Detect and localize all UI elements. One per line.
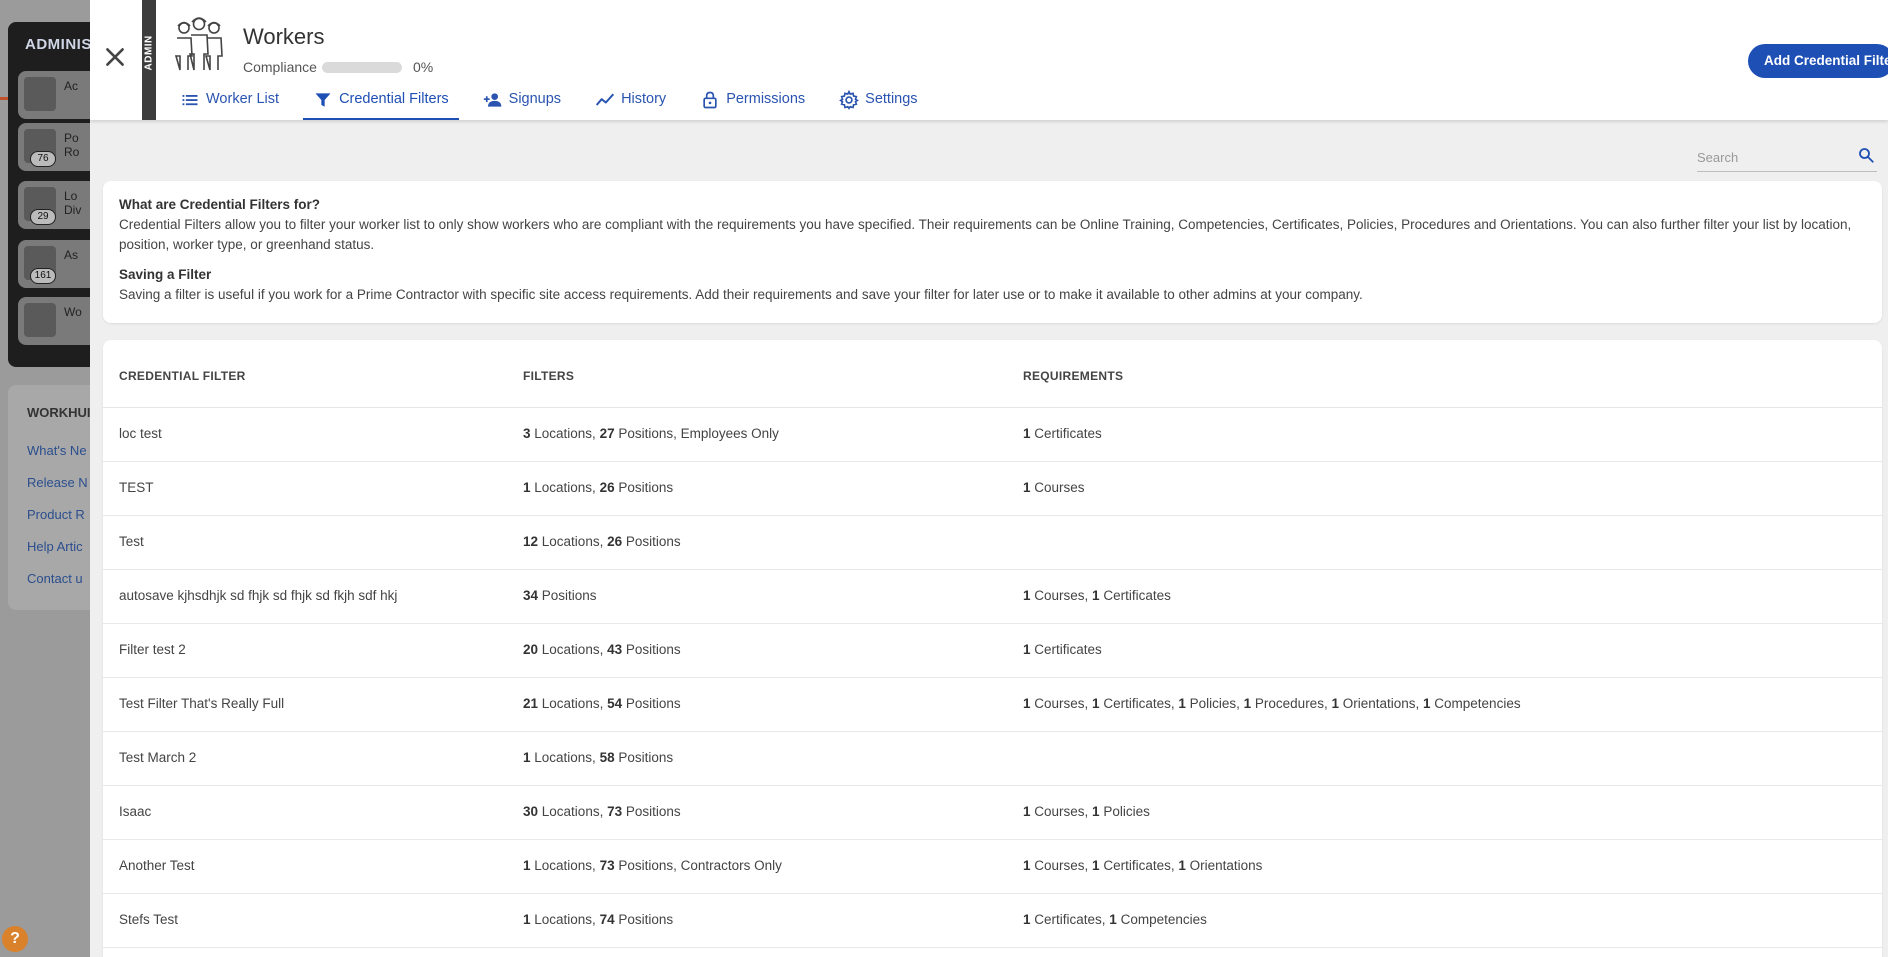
- workers-panel: ADMIN Workers Compliance 0%: [90, 0, 1888, 957]
- row-filters: 21 Locations, 54 Positions: [523, 696, 681, 711]
- close-icon[interactable]: [102, 44, 128, 70]
- column-header-filters[interactable]: FILTERS: [523, 369, 574, 383]
- background-link[interactable]: Product R: [27, 507, 85, 522]
- column-header-requirements[interactable]: REQUIREMENTS: [1023, 369, 1123, 383]
- row-requirements: 1 Certificates: [1023, 642, 1102, 657]
- count-badge: 76: [30, 151, 56, 167]
- count-badge: 29: [30, 209, 56, 225]
- row-filters: 1 Locations, 58 Positions: [523, 750, 674, 765]
- row-filters: 34 Positions: [523, 588, 597, 603]
- background-link[interactable]: Help Artic: [27, 539, 83, 554]
- row-name: Test: [119, 534, 144, 549]
- row-requirements: 1 Courses, 1 Certificates: [1023, 588, 1171, 603]
- row-requirements: 1 Certificates, 1 Competencies: [1023, 912, 1207, 927]
- background-admin-item-label: Po Ro: [64, 131, 80, 159]
- row-name: Filter test 2: [119, 642, 186, 657]
- trend-icon: [595, 93, 615, 106]
- compliance-percent: 0%: [413, 59, 434, 75]
- row-filters: 3 Locations, 27 Positions, Employees Onl…: [523, 426, 779, 441]
- info-text: Saving a filter is useful if you work fo…: [119, 287, 1363, 302]
- row-name: TEST: [119, 480, 154, 495]
- table-row[interactable]: TEST 1 Locations, 26 Positions 1 Courses: [103, 462, 1882, 516]
- tab-label: Settings: [865, 91, 918, 107]
- table-row[interactable]: Isaac 30 Locations, 73 Positions 1 Cours…: [103, 786, 1882, 840]
- tab-label: Signups: [508, 91, 562, 107]
- compliance-label: Compliance: [243, 59, 317, 75]
- table-header: CREDENTIAL FILTER FILTERS REQUIREMENTS: [103, 340, 1882, 408]
- row-name: loc test: [119, 426, 162, 441]
- help-button[interactable]: ?: [2, 926, 28, 952]
- background-admin-item-label: Ac: [64, 79, 79, 93]
- info-heading: Saving a Filter: [119, 267, 212, 282]
- row-name: Test Filter That's Really Full: [119, 696, 285, 711]
- row-requirements: 1 Courses, 1 Certificates, 1 Orientation…: [1023, 858, 1263, 873]
- tab-label: Worker List: [206, 91, 280, 107]
- background-admin-item-label: Lo Div: [64, 189, 82, 217]
- credential-filters-table: CREDENTIAL FILTER FILTERS REQUIREMENTS l…: [103, 340, 1882, 957]
- row-name: Another Test: [119, 858, 195, 873]
- row-name: Isaac: [119, 804, 152, 819]
- add-credential-filter-button[interactable]: Add Credential Filter: [1748, 44, 1888, 78]
- tab-label: History: [621, 91, 667, 107]
- background-admin-item-label: As: [64, 248, 79, 262]
- table-row[interactable]: Stefs Test 1 Locations, 74 Positions 1 C…: [103, 894, 1882, 948]
- lock-icon: [703, 91, 717, 109]
- row-requirements: 1 Courses, 1 Certificates, 1 Policies, 1…: [1023, 696, 1521, 711]
- table-row[interactable]: loc test 3 Locations, 27 Positions, Empl…: [103, 408, 1882, 462]
- table-row[interactable]: Filter test 2 20 Locations, 43 Positions…: [103, 624, 1882, 678]
- tab-history[interactable]: History: [585, 86, 676, 120]
- table-row[interactable]: Test March 2 1 Locations, 58 Positions: [103, 732, 1882, 786]
- page-title: Workers: [243, 24, 325, 49]
- search-box: [1697, 142, 1877, 172]
- row-name: autosave kjhsdhjk sd fhjk sd fhjk sd fkj…: [119, 588, 398, 603]
- table-row[interactable]: Test 12 Locations, 26 Positions: [103, 516, 1882, 570]
- search-icon[interactable]: [1857, 146, 1875, 164]
- tab-settings[interactable]: Settings: [829, 86, 927, 120]
- gear-icon: [839, 90, 860, 110]
- background-workhub-title: WORKHUI: [27, 405, 91, 420]
- background-link[interactable]: Release N: [27, 475, 88, 490]
- tab-label: Credential Filters: [339, 91, 449, 107]
- table-row[interactable]: Another Test 1 Locations, 73 Positions, …: [103, 840, 1882, 894]
- table-row[interactable]: Test Filter That's Really Full 21 Locati…: [103, 678, 1882, 732]
- info-text: Credential Filters allow you to filter y…: [119, 217, 1852, 252]
- row-name: Test March 2: [119, 750, 197, 765]
- row-name: Stefs Test: [119, 912, 179, 927]
- row-requirements: 1 Certificates: [1023, 426, 1102, 441]
- panel-header: ADMIN Workers Compliance 0%: [90, 0, 1888, 120]
- table-row[interactable]: autosave kjhsdhjk sd fhjk sd fhjk sd fkj…: [103, 570, 1882, 624]
- filter-icon: [315, 93, 331, 107]
- add-person-icon: [483, 93, 501, 107]
- row-requirements: 1 Courses, 1 Policies: [1023, 804, 1150, 819]
- tab-label: Permissions: [726, 91, 806, 107]
- row-filters: 20 Locations, 43 Positions: [523, 642, 681, 657]
- row-filters: 1 Locations, 26 Positions: [523, 480, 674, 495]
- info-heading: What are Credential Filters for?: [119, 197, 321, 212]
- count-badge: 161: [30, 268, 56, 284]
- tab-signups[interactable]: Signups: [473, 86, 571, 120]
- column-header-credential-filter[interactable]: CREDENTIAL FILTER: [119, 369, 246, 383]
- workers-group-icon: [24, 303, 56, 337]
- info-card: What are Credential Filters for? Credent…: [103, 181, 1882, 323]
- background-admin-item-label: Wo: [64, 305, 82, 319]
- building-icon: [24, 77, 56, 111]
- workers-group-icon: [174, 17, 223, 71]
- background-admin-title: ADMINIS: [25, 36, 92, 53]
- compliance-progress-bar: [322, 62, 402, 73]
- row-filters: 12 Locations, 26 Positions: [523, 534, 681, 549]
- row-filters: 1 Locations, 73 Positions, Contractors O…: [523, 858, 782, 873]
- tab-worker-list[interactable]: Worker List: [170, 86, 289, 120]
- row-filters: 1 Locations, 74 Positions: [523, 912, 674, 927]
- background-link[interactable]: Contact u: [27, 571, 83, 586]
- tab-credential-filters[interactable]: Credential Filters: [303, 86, 459, 120]
- row-filters: 30 Locations, 73 Positions: [523, 804, 681, 819]
- background-link[interactable]: What's Ne: [27, 443, 87, 458]
- tab-permissions[interactable]: Permissions: [690, 86, 815, 120]
- admin-label: ADMIN: [144, 35, 155, 70]
- list-icon: [182, 95, 198, 106]
- row-requirements: 1 Courses: [1023, 480, 1085, 495]
- tab-bar: Worker List Credential Filters Signups H…: [170, 86, 942, 120]
- search-input[interactable]: [1697, 146, 1847, 168]
